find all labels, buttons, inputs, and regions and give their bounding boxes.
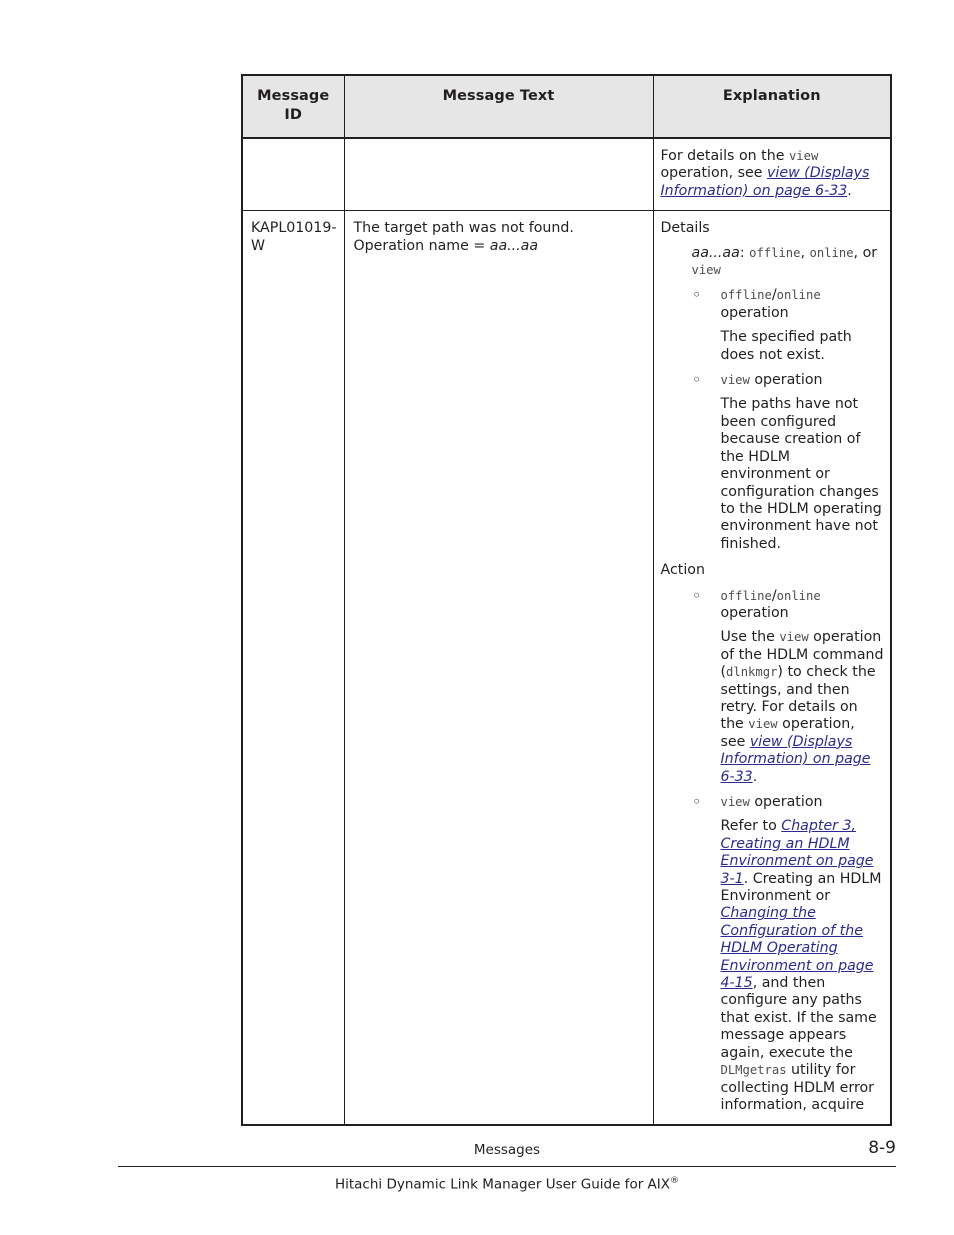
code-online: online xyxy=(776,588,821,603)
message-text-value: The target path was not found. Operation… xyxy=(345,211,653,265)
column-header-explanation: Explanation xyxy=(652,74,892,139)
footer-page-number: 8-9 xyxy=(868,1138,896,1158)
list-item: ◦ view operation Refer to Chapter 3, Cre… xyxy=(692,794,885,1114)
column-header-message-id: Message ID xyxy=(241,74,345,139)
variable-definition: aa...aa: offline, online, or view xyxy=(692,245,885,280)
text-fragment: : xyxy=(739,244,750,261)
code-dlnkmgr: dlnkmgr xyxy=(726,665,778,680)
list-item-body: The paths have not been configured becau… xyxy=(720,396,882,552)
cell-message-id xyxy=(241,137,345,212)
text-fragment: , or xyxy=(853,244,878,261)
text-fragment: Use the xyxy=(720,629,780,646)
text-fragment: . xyxy=(847,182,852,199)
document-page: Message ID Message Text Explanation For … xyxy=(0,0,954,1235)
text-fragment: For details on the xyxy=(660,148,789,164)
details-label: Details xyxy=(660,220,710,237)
code-dlmgetras: DLMgetras xyxy=(720,1063,787,1078)
bullet-circle-icon: ◦ xyxy=(692,373,701,389)
code-online: online xyxy=(776,288,821,303)
code-offline: offline xyxy=(749,245,801,260)
footer-guide-title-text: Hitachi Dynamic Link Manager User Guide … xyxy=(334,1176,671,1193)
message-text-value xyxy=(345,139,653,158)
footer-section-name: Messages xyxy=(473,1142,541,1158)
footer-top-line: Messages 8-9 xyxy=(118,1138,896,1166)
variable-placeholder: aa...aa xyxy=(691,244,740,261)
text-fragment: Refer to xyxy=(720,818,782,835)
cell-explanation: For details on the view operation, see v… xyxy=(652,137,892,212)
code-view: view xyxy=(748,717,778,732)
list-item-heading: view operation xyxy=(721,372,885,389)
bullet-circle-icon: ◦ xyxy=(692,288,701,304)
table-header-row: Message ID Message Text Explanation xyxy=(241,74,892,139)
list-item-body: The specified path does not exist. xyxy=(720,329,852,363)
column-header-message-text: Message Text xyxy=(343,74,654,139)
list-item-body: Refer to Chapter 3, Creating an HDLM Env… xyxy=(721,818,885,1114)
cell-message-text: The target path was not found. Operation… xyxy=(343,210,654,1126)
cell-message-id: KAPL01019-W xyxy=(241,210,345,1126)
code-offline: offline xyxy=(720,288,772,303)
explanation-body: Details aa...aa: offline, online, or vie… xyxy=(654,211,891,1124)
text-fragment: operation, see xyxy=(660,165,767,182)
text-fragment: . xyxy=(752,768,758,785)
list-item: ◦ view operation The paths have not been… xyxy=(692,372,885,553)
explanation-continued: For details on the view operation, see v… xyxy=(654,139,891,210)
text-fragment: operation xyxy=(720,304,789,321)
cell-explanation: Details aa...aa: offline, online, or vie… xyxy=(652,210,892,1126)
list-item-heading: offline/online operation xyxy=(721,287,885,322)
list-item-heading: offline/online operation xyxy=(721,588,885,623)
list-item-heading: view operation xyxy=(721,794,885,811)
text-fragment: The target path was not found. Operation… xyxy=(353,220,574,254)
code-view: view xyxy=(691,263,721,278)
bullet-circle-icon: ◦ xyxy=(692,795,701,810)
column-header-message-id-line2: ID xyxy=(284,107,303,123)
table-row: For details on the view operation, see v… xyxy=(241,137,892,212)
explanation-paragraph: For details on the view operation, see v… xyxy=(661,148,885,200)
list-item-body: Use the view operation of the HDLM comma… xyxy=(721,629,885,786)
message-id-value: KAPL01019-W xyxy=(251,220,337,254)
action-label: Action xyxy=(660,562,705,579)
code-view: view xyxy=(720,795,750,809)
table-row: KAPL01019-W The target path was not foun… xyxy=(241,210,892,1126)
cell-message-text xyxy=(343,137,654,212)
code-online: online xyxy=(809,245,854,260)
page-footer: Messages 8-9 Hitachi Dynamic Link Manage… xyxy=(118,1138,896,1196)
text-fragment: , xyxy=(800,244,810,261)
code-offline: offline xyxy=(720,588,772,603)
code-view: view xyxy=(720,373,750,388)
text-fragment: operation xyxy=(749,372,823,389)
bullet-circle-icon: ◦ xyxy=(692,588,701,604)
messages-table: Message ID Message Text Explanation For … xyxy=(241,74,892,1127)
footer-guide-title: Hitachi Dynamic Link Manager User Guide … xyxy=(118,1167,896,1196)
text-fragment: . Creating an HDLM Environment or xyxy=(720,870,882,905)
text-fragment: operation xyxy=(749,794,823,810)
code-view: view xyxy=(788,149,819,163)
list-item: ◦ offline/online operation Use the view … xyxy=(692,588,885,786)
variable-placeholder: aa...aa xyxy=(489,237,539,254)
registered-mark-icon: ® xyxy=(670,1176,680,1186)
text-fragment: operation xyxy=(720,604,789,621)
list-item: ◦ offline/online operation The specified… xyxy=(692,287,885,364)
code-view: view xyxy=(779,630,809,645)
message-id-value xyxy=(243,139,344,158)
column-header-message-id-line1: Message xyxy=(257,88,330,104)
